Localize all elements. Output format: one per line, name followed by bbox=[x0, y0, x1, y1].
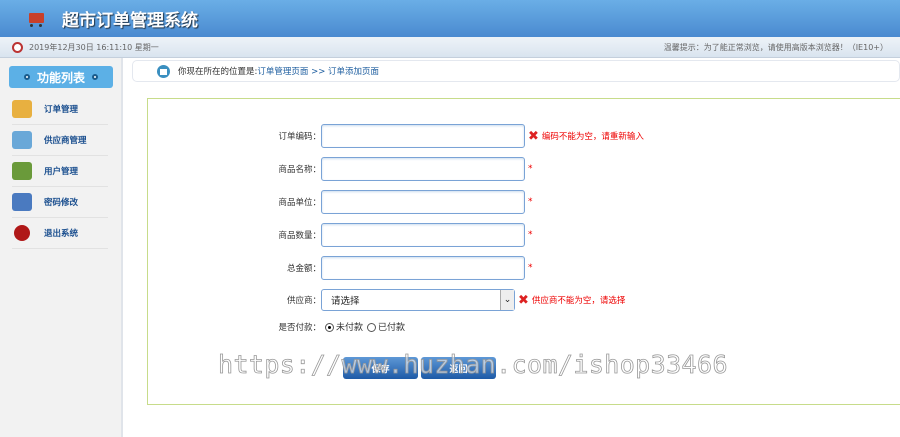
product-unit-input[interactable] bbox=[321, 190, 525, 214]
order-code-input[interactable] bbox=[321, 124, 525, 148]
sidebar-item-password[interactable]: 密码修改 bbox=[12, 187, 108, 218]
browser-tip: 温馨提示：为了能正常浏览，请使用高版本浏览器！（IE10+） bbox=[663, 42, 888, 52]
users-icon bbox=[12, 162, 32, 180]
breadcrumb: 你现在所在的位置是: 订单管理页面 >> 订单添加页面 bbox=[132, 60, 900, 82]
provider-error: ✖ 供应商不能为空，请选择 bbox=[518, 292, 626, 308]
provider-icon bbox=[12, 131, 32, 149]
app-header: 超市订单管理系统 bbox=[0, 0, 900, 37]
order-form: 订单编码： ✖ 编码不能为空，请重新输入 商品名称： * 商品单位： * 商品数量： * … bbox=[147, 98, 900, 405]
error-x-icon: ✖ bbox=[528, 128, 539, 144]
provider-select[interactable]: 请选择 ⌄ bbox=[321, 289, 515, 311]
product-name-input[interactable] bbox=[321, 157, 525, 181]
order-code-error: ✖ 编码不能为空，请重新输入 bbox=[528, 128, 644, 144]
chevron-down-icon: ⌄ bbox=[500, 290, 514, 310]
home-icon bbox=[157, 64, 170, 78]
save-button[interactable]: 保存 bbox=[343, 357, 418, 379]
error-x-icon: ✖ bbox=[518, 292, 529, 308]
clock-icon bbox=[12, 41, 23, 53]
sidebar: 功能列表 订单管理 供应商管理 用户管理 密码修改 退出系统 bbox=[0, 58, 123, 437]
shopping-cart-icon bbox=[26, 10, 48, 28]
total-amount-input[interactable] bbox=[321, 256, 525, 280]
function-list-heading: 功能列表 bbox=[9, 66, 113, 88]
datetime: 2019年12月30日 16:11:10 星期一 bbox=[29, 42, 159, 52]
sidebar-item-providers[interactable]: 供应商管理 bbox=[12, 125, 108, 156]
exit-icon bbox=[14, 225, 30, 241]
product-count-input[interactable] bbox=[321, 223, 525, 247]
back-button[interactable]: 返回 bbox=[421, 357, 496, 379]
app-title: 超市订单管理系统 bbox=[62, 11, 198, 31]
radio-paid[interactable] bbox=[367, 323, 377, 332]
radio-unpaid[interactable] bbox=[325, 323, 334, 332]
lock-key-icon bbox=[12, 193, 32, 211]
breadcrumb-path[interactable]: 订单管理页面 >> 订单添加页面 bbox=[257, 65, 379, 77]
info-bar: 2019年12月30日 16:11:10 星期一 温馨提示：为了能正常浏览，请使… bbox=[0, 37, 900, 58]
sidebar-item-logout[interactable]: 退出系统 bbox=[12, 218, 108, 249]
sidebar-item-users[interactable]: 用户管理 bbox=[12, 156, 108, 187]
sidebar-item-orders[interactable]: 订单管理 bbox=[12, 94, 108, 125]
order-icon bbox=[12, 100, 32, 118]
